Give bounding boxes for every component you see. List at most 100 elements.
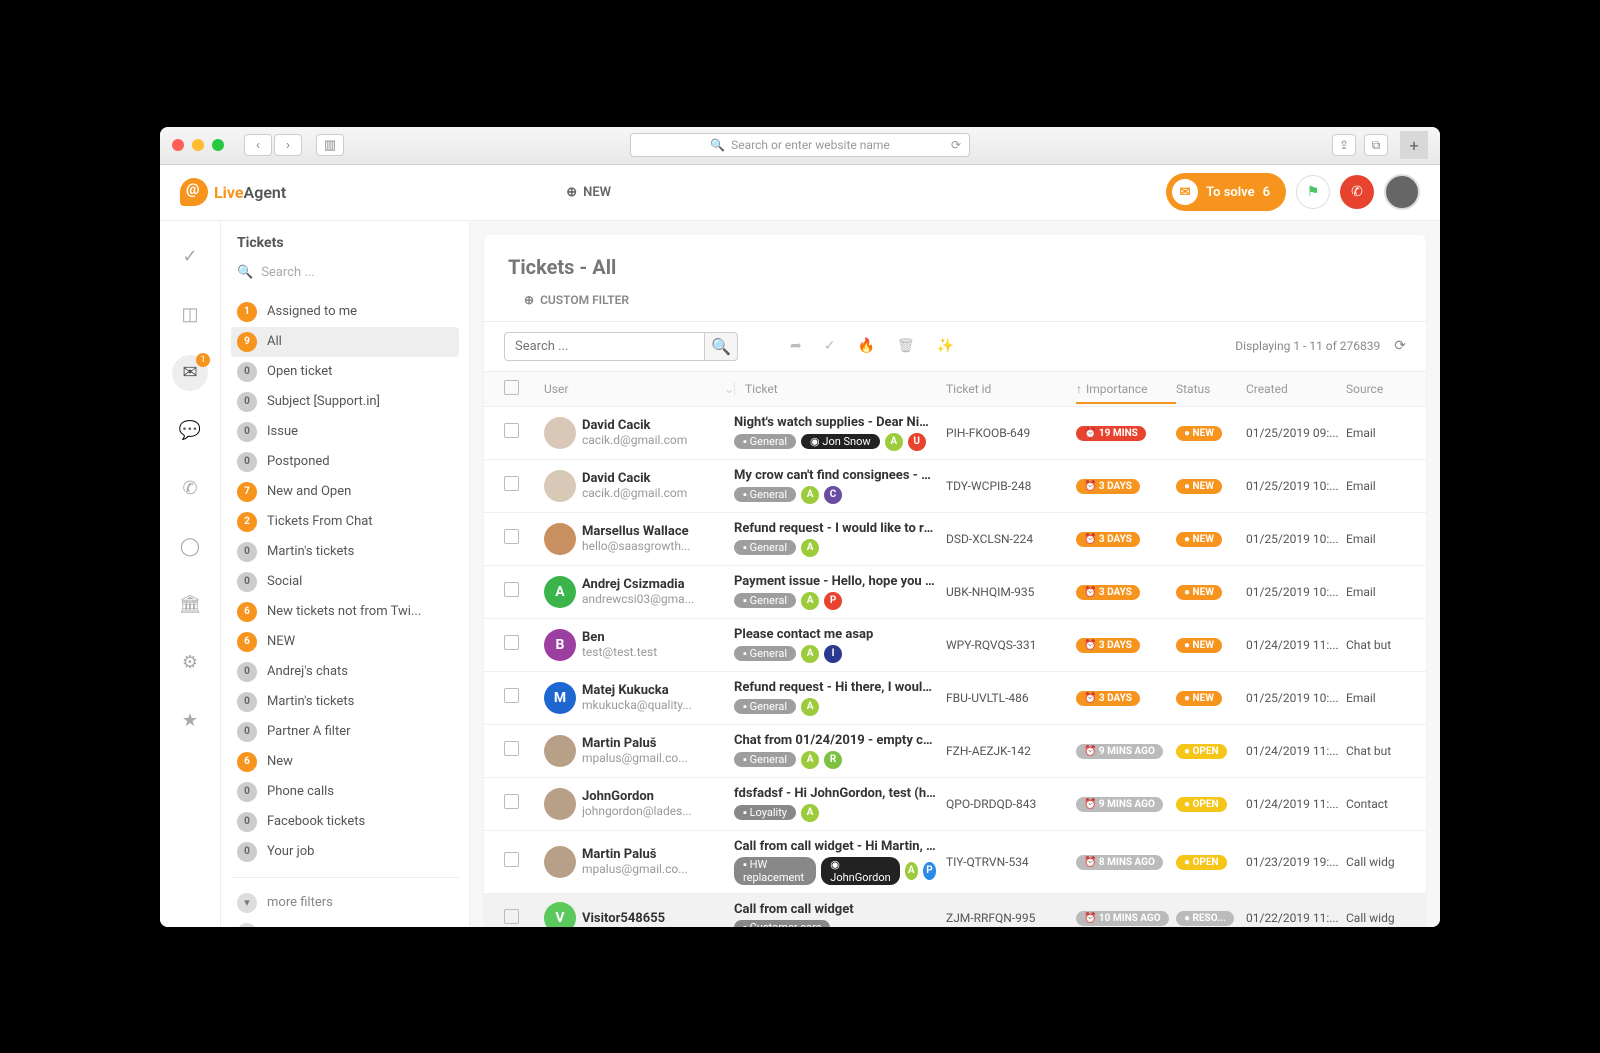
rail-bank-icon[interactable]: 🏛 <box>172 587 208 623</box>
sidebar-filter[interactable]: 7New and Open <box>231 477 459 507</box>
filter-label: Martin's tickets <box>267 694 354 709</box>
tabs-icon[interactable]: ⧉ <box>1364 134 1388 156</box>
search-button[interactable]: 🔍 <box>704 332 738 361</box>
source: Contact <box>1346 797 1406 811</box>
row-checkbox[interactable] <box>504 909 519 924</box>
col-status[interactable]: Status <box>1176 382 1246 396</box>
col-importance[interactable]: ↑Importance <box>1076 382 1176 404</box>
table-search-input[interactable] <box>504 332 704 361</box>
table-row[interactable]: M Matej Kukuckamkukucka@quality... Refun… <box>484 672 1426 725</box>
reload-icon[interactable]: ⟳ <box>951 138 961 152</box>
sidebar-filter[interactable]: 6New tickets not from Twi... <box>231 597 459 627</box>
create-filter[interactable]: + create <box>231 918 459 927</box>
resolve-action-icon[interactable]: ✓ <box>820 334 840 358</box>
flag-button[interactable]: ⚑ <box>1296 175 1330 209</box>
select-all-checkbox[interactable] <box>504 380 519 395</box>
sidebar-search[interactable]: 🔍 Search ... <box>231 261 459 285</box>
sidebar-filter[interactable]: 0Subject [Support.in] <box>231 387 459 417</box>
rail-star-icon[interactable]: ★ <box>172 703 208 739</box>
table-row[interactable]: David Cacikcacik.d@gmail.com My crow can… <box>484 460 1426 513</box>
ticket-subject: My crow can't find consignees - Hello, I… <box>734 468 936 483</box>
close-window[interactable] <box>172 139 184 151</box>
forward-button[interactable]: › <box>274 134 302 156</box>
col-id[interactable]: Ticket id <box>946 382 1076 396</box>
rail-mail-icon[interactable]: ✉1 <box>172 355 208 391</box>
sidebar-filter[interactable]: 6New <box>231 747 459 777</box>
sidebar-filter[interactable]: 0Facebook tickets <box>231 807 459 837</box>
sidebar-filter[interactable]: 9All <box>231 327 459 357</box>
new-button[interactable]: ⊕ NEW <box>566 185 611 200</box>
row-checkbox[interactable] <box>504 852 519 867</box>
plus-icon: ⊕ <box>524 293 534 307</box>
delete-action-icon[interactable]: 🗑 <box>893 334 919 358</box>
window-controls <box>172 139 224 151</box>
table-row[interactable]: JohnGordonjohngordon@lades... fdsfadsf -… <box>484 778 1426 831</box>
table-row[interactable]: B Bentest@test.test Please contact me as… <box>484 619 1426 672</box>
table-row[interactable]: A Andrej Csizmadiaandrewcsi03@gma... Pay… <box>484 566 1426 619</box>
row-checkbox[interactable] <box>504 794 519 809</box>
maximize-window[interactable] <box>212 139 224 151</box>
row-checkbox[interactable] <box>504 688 519 703</box>
tag-badge: A <box>801 804 819 822</box>
row-checkbox[interactable] <box>504 423 519 438</box>
phone-button[interactable]: ✆ <box>1340 175 1374 209</box>
minimize-window[interactable] <box>192 139 204 151</box>
flame-action-icon[interactable]: 🔥 <box>853 334 878 358</box>
table-row[interactable]: Martin Palušmpalus@gmail.co... Call from… <box>484 831 1426 894</box>
sidebar-filter[interactable]: 0Andrej's chats <box>231 657 459 687</box>
refresh-icon[interactable]: ⟳ <box>1394 338 1406 354</box>
row-checkbox[interactable] <box>504 476 519 491</box>
sidebar-filter[interactable]: 0Open ticket <box>231 357 459 387</box>
rail-dashboard-icon[interactable]: ◫ <box>172 297 208 333</box>
search-icon: 🔍 <box>710 138 725 152</box>
new-tab-button[interactable]: + <box>1400 131 1428 159</box>
share-icon[interactable]: ⇪ <box>1332 134 1356 156</box>
row-checkbox[interactable] <box>504 741 519 756</box>
sidebar-filter[interactable]: 0Martin's tickets <box>231 537 459 567</box>
status-pill: ● OPEN <box>1176 855 1227 870</box>
table-row[interactable]: Marsellus Wallacehello@saasgrowth... Ref… <box>484 513 1426 566</box>
sidebar-filter[interactable]: 0Social <box>231 567 459 597</box>
col-user[interactable]: User ⌄ <box>544 382 734 396</box>
col-created[interactable]: Created <box>1246 382 1346 396</box>
back-button[interactable]: ‹ <box>244 134 272 156</box>
sidebar-filter[interactable]: 0Postponed <box>231 447 459 477</box>
custom-filter-button[interactable]: ⊕ CUSTOM FILTER <box>484 287 1426 321</box>
rail-phone-icon[interactable]: ✆ <box>172 471 208 507</box>
row-checkbox[interactable] <box>504 529 519 544</box>
tag-badge: A <box>801 592 819 610</box>
sidebar-filter[interactable]: 6NEW <box>231 627 459 657</box>
importance-pill: ⏰ 9 MINS AGO <box>1076 744 1163 759</box>
rail-loading-icon[interactable]: ◯ <box>172 529 208 565</box>
user-avatar[interactable] <box>1384 174 1420 210</box>
table-row[interactable]: David Cacikcacik.d@gmail.com Night's wat… <box>484 407 1426 460</box>
sidebar-filter[interactable]: 0Your job <box>231 837 459 867</box>
to-solve-pill[interactable]: ✉ To solve 6 <box>1166 173 1286 211</box>
status-pill: ● NEW <box>1176 638 1222 653</box>
rail-chat-icon[interactable]: 💬 <box>172 413 208 449</box>
sidebar-filter[interactable]: 0Issue <box>231 417 459 447</box>
sidebar-toggle[interactable]: ▥ <box>316 134 344 156</box>
rail-check-icon[interactable]: ✓ <box>172 239 208 275</box>
more-filters[interactable]: ▾ more filters <box>231 888 459 918</box>
sidebar-filter[interactable]: 0Partner A filter <box>231 717 459 747</box>
table-row[interactable]: Martin Palušmpalus@gmail.co... Chat from… <box>484 725 1426 778</box>
row-checkbox[interactable] <box>504 582 519 597</box>
filter-label: Facebook tickets <box>267 814 365 829</box>
sidebar-filter[interactable]: 0Martin's tickets <box>231 687 459 717</box>
ticket-id: FBU-UVLTL-486 <box>946 691 1076 705</box>
logo[interactable]: LiveAgent <box>180 178 286 206</box>
rail-gear-icon[interactable]: ⚙ <box>172 645 208 681</box>
sidebar-filter[interactable]: 2Tickets From Chat <box>231 507 459 537</box>
wand-action-icon[interactable]: ✨ <box>933 334 958 358</box>
sidebar-filter[interactable]: 0Phone calls <box>231 777 459 807</box>
filter-label: Open ticket <box>267 364 332 379</box>
url-bar[interactable]: 🔍 Search or enter website name ⟳ <box>630 133 970 157</box>
row-checkbox[interactable] <box>504 635 519 650</box>
col-ticket[interactable]: Ticket <box>734 382 946 396</box>
sidebar-filter[interactable]: 1Assigned to me <box>231 297 459 327</box>
col-source[interactable]: Source <box>1346 382 1406 396</box>
filter-count-badge: 6 <box>237 632 257 652</box>
table-row[interactable]: V Visitor548655 Call from call widget ▪ … <box>484 894 1426 927</box>
forward-action-icon[interactable]: ➦ <box>786 334 806 358</box>
